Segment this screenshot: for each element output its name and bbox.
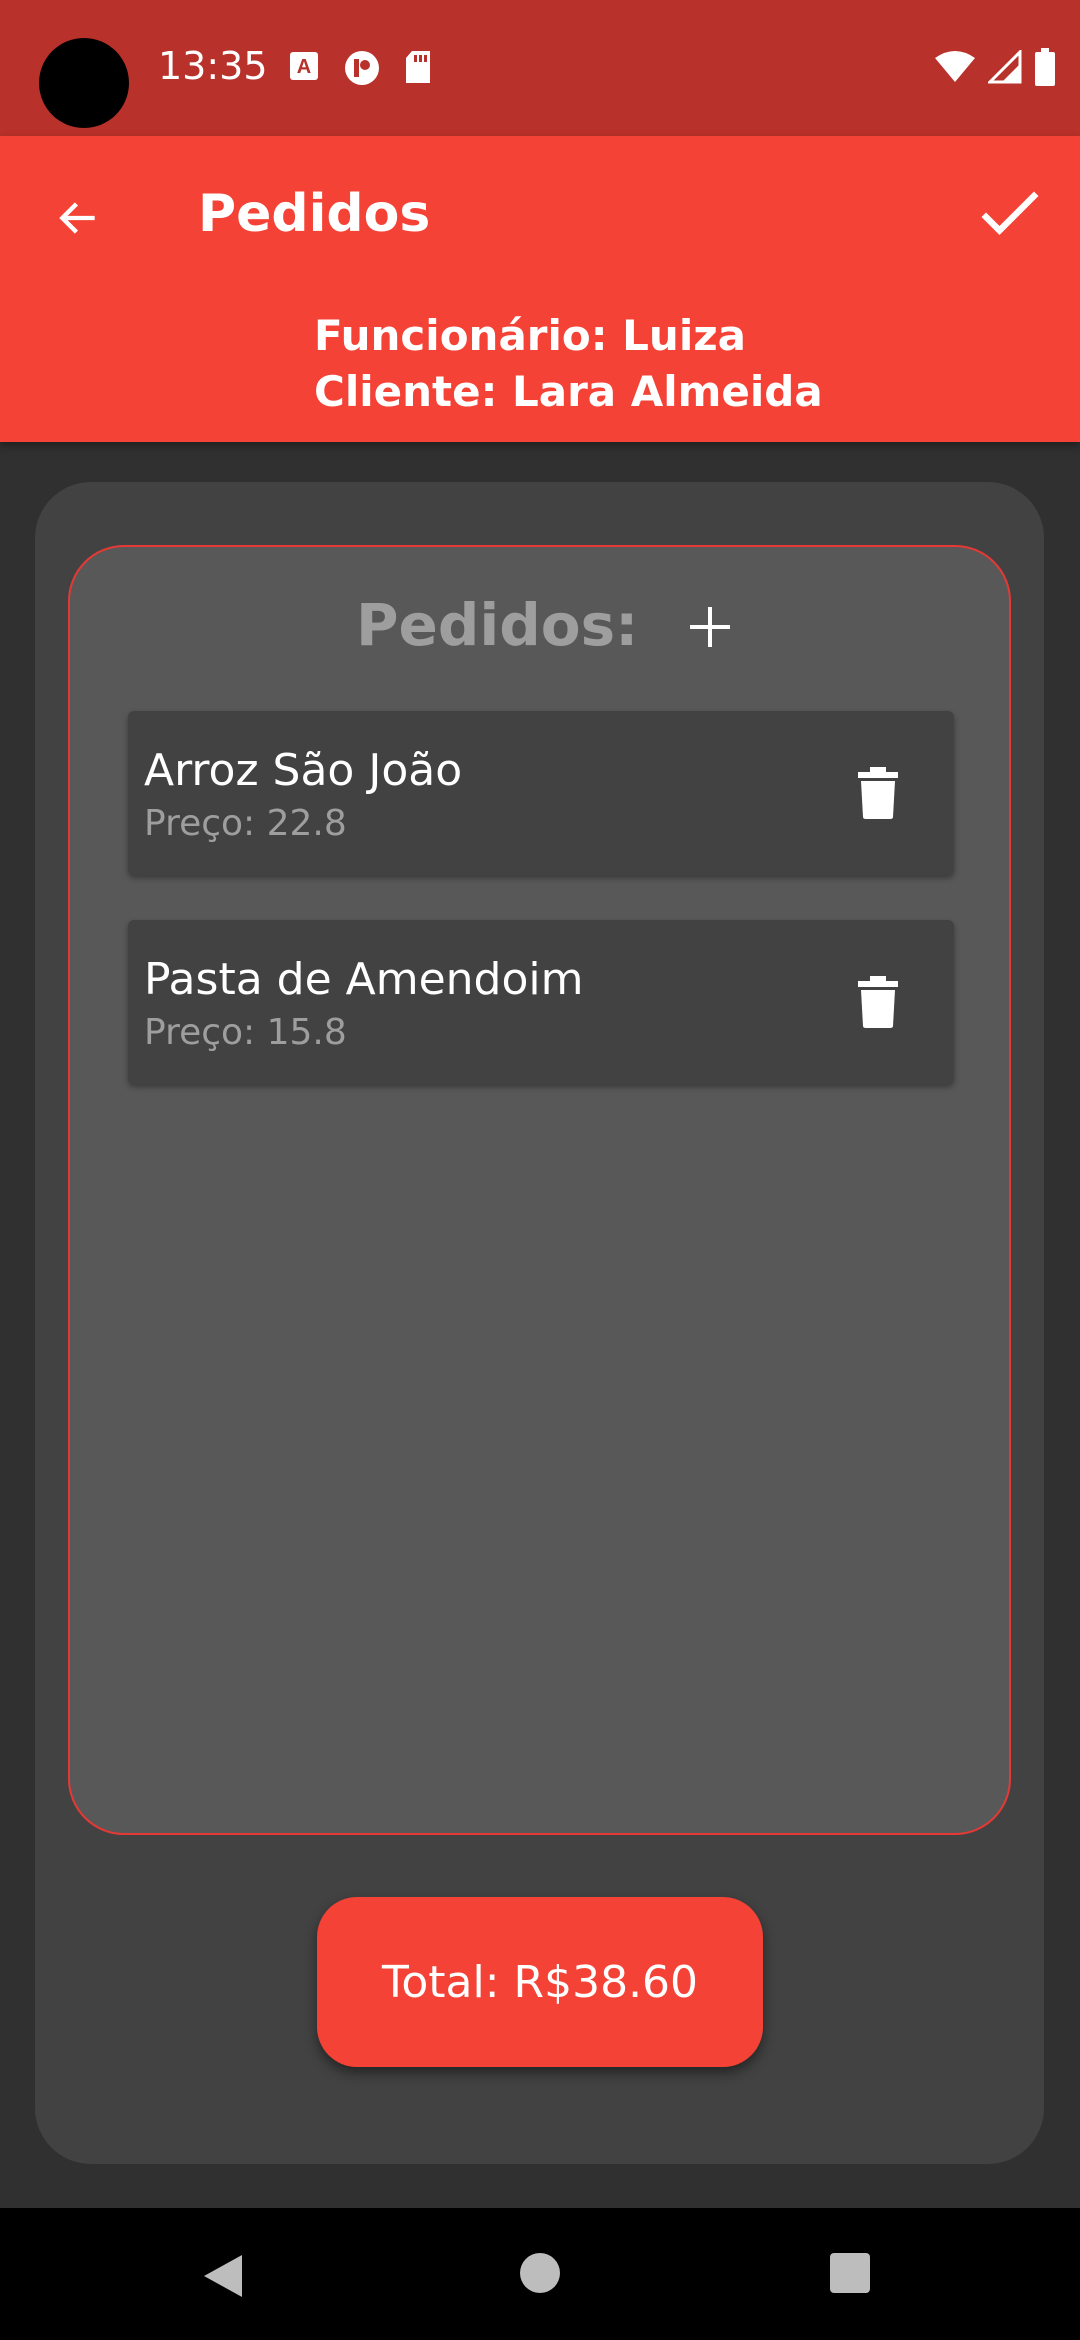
client-label: Cliente: Lara Almeida [314, 367, 823, 416]
orders-header: Pedidos: [70, 587, 1009, 667]
system-icons [934, 48, 1056, 86]
sd-card-icon [406, 51, 430, 83]
order-item-name: Pasta de Amendoim [144, 954, 584, 1005]
delete-button[interactable] [850, 765, 906, 821]
order-item-price: Preço: 15.8 [144, 1012, 347, 1053]
nav-home-icon[interactable] [520, 2253, 560, 2293]
camera-cutout [39, 38, 129, 128]
nav-recents-icon[interactable] [830, 2253, 870, 2293]
app-p-icon [345, 51, 379, 85]
back-button[interactable] [46, 186, 110, 250]
employee-label: Funcionário: Luiza [314, 311, 747, 360]
app-a-icon: A [290, 52, 318, 80]
status-time: 13:35 [158, 44, 268, 88]
orders-title: Pedidos: [356, 591, 639, 659]
battery-icon [1035, 48, 1055, 86]
trash-icon [858, 767, 898, 819]
add-order-button[interactable] [670, 587, 750, 667]
arrow-back-icon [59, 202, 95, 234]
status-bar: 13:35 A [0, 0, 1080, 136]
signal-icon [988, 50, 1022, 84]
plus-icon [690, 607, 730, 647]
wifi-icon [935, 51, 975, 82]
notification-icons: A [288, 50, 432, 86]
nav-back-icon[interactable] [200, 2253, 246, 2299]
order-item-name: Arroz São João [144, 745, 463, 796]
confirm-button[interactable] [968, 172, 1052, 256]
check-icon [981, 191, 1039, 235]
page-title: Pedidos [198, 184, 431, 244]
trash-icon [858, 976, 898, 1028]
order-info: Funcionário: Luiza Cliente: Lara Almeida [314, 308, 823, 420]
total-button[interactable]: Total: R$38.60 [317, 1897, 763, 2067]
orders-box: Pedidos: Arroz São João Preço: 22.8 Past… [68, 545, 1011, 1835]
app-bar: Pedidos Funcionário: Luiza Cliente: Lara… [0, 136, 1080, 442]
order-item[interactable]: Arroz São João Preço: 22.8 [128, 711, 954, 875]
order-item[interactable]: Pasta de Amendoim Preço: 15.8 [128, 920, 954, 1084]
delete-button[interactable] [850, 974, 906, 1030]
svg-text:A: A [297, 56, 311, 78]
order-item-price: Preço: 22.8 [144, 803, 347, 844]
navigation-bar [0, 2208, 1080, 2340]
